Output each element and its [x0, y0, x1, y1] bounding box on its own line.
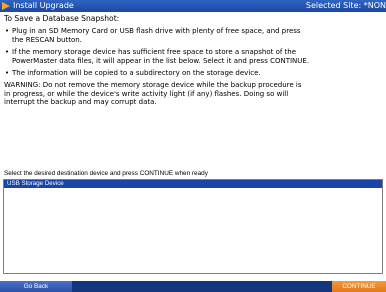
instructions-panel: To Save a Database Snapshot: • Plug in a… — [4, 13, 382, 107]
bullet-marker: • — [5, 69, 10, 78]
bullet-marker: • — [5, 27, 10, 36]
instruction-bullet: • Plug in an SD Memory Card or USB flash… — [4, 27, 312, 44]
title-bar: Install Upgrade Selected Site: *NON — [0, 0, 386, 12]
selected-site-label: Selected Site: *NON — [305, 1, 386, 10]
destination-prompt: Select the desired destination device an… — [4, 170, 208, 177]
device-list-item[interactable]: USB Storage Device — [4, 180, 382, 188]
instruction-text: The information will be copied to a subd… — [12, 69, 261, 78]
bullet-marker: • — [5, 48, 10, 57]
instruction-bullet: • If the memory storage device has suffi… — [4, 48, 312, 65]
instruction-text: Plug in an SD Memory Card or USB flash d… — [12, 27, 301, 44]
app-icon — [2, 2, 10, 10]
install-upgrade-window: Install Upgrade Selected Site: *NON To S… — [0, 0, 386, 292]
window-title: Install Upgrade — [13, 1, 74, 10]
warning-text: WARNING: Do not remove the memory storag… — [4, 81, 302, 107]
destination-device-list[interactable]: USB Storage Device — [3, 179, 383, 274]
instruction-bullet: • The information will be copied to a su… — [4, 69, 312, 77]
instruction-text: If the memory storage device has suffici… — [12, 48, 310, 65]
continue-button[interactable]: CONTINUE — [332, 281, 386, 292]
footer-bar: Go Back CONTINUE — [0, 281, 386, 292]
go-back-button[interactable]: Go Back — [0, 281, 72, 292]
instructions-heading: To Save a Database Snapshot: — [4, 14, 120, 23]
